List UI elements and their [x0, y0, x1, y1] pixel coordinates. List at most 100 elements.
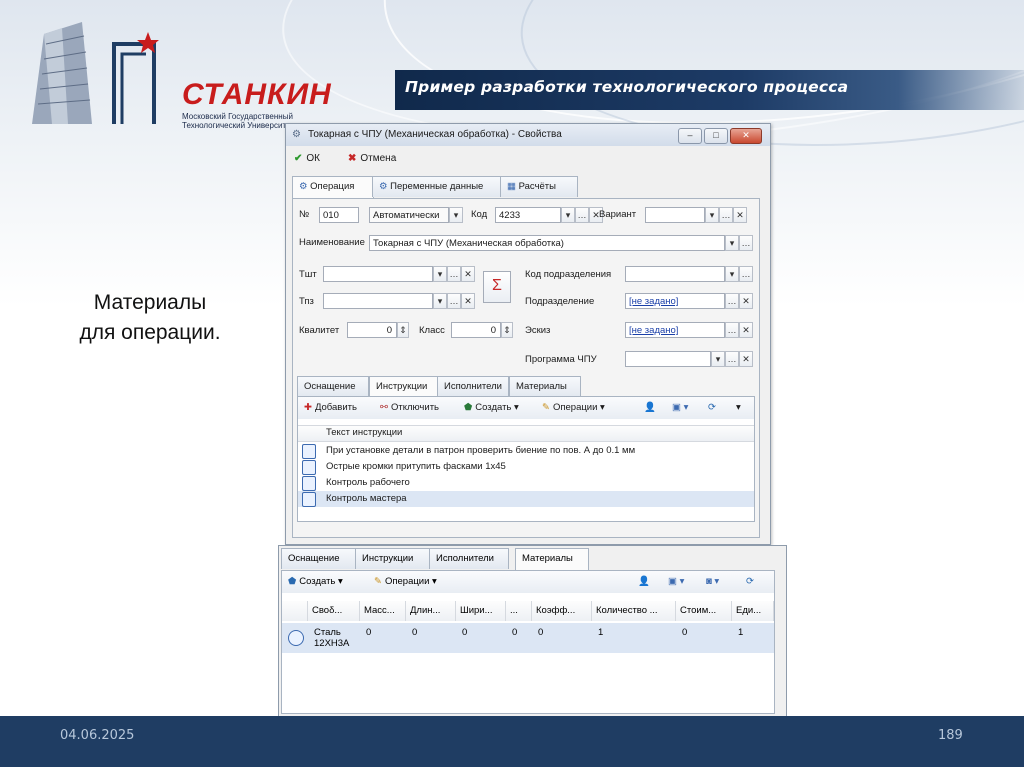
tab-variable-data[interactable]: ⚙ Переменные данные — [372, 176, 502, 197]
dept-browse-button[interactable]: … — [725, 293, 739, 309]
variant-clear-button[interactable]: ✕ — [733, 207, 747, 223]
tab-instructions[interactable]: Инструкции — [369, 376, 443, 397]
code-dropdown-button[interactable]: ▾ — [561, 207, 575, 223]
column-header[interactable]: Стоим... — [676, 601, 732, 621]
column-header[interactable]: Своδ... — [308, 601, 360, 621]
operations-button[interactable]: ✎ Операции ▾ — [374, 576, 437, 587]
table-row[interactable]: Контроль рабочего — [298, 475, 754, 491]
sketch-link[interactable]: [не задано] — [629, 325, 678, 336]
cnc-dropdown-button[interactable]: ▾ — [711, 351, 725, 367]
refresh-icon[interactable]: ⟳ — [746, 576, 754, 587]
refresh-icon[interactable]: ⟳ — [708, 402, 716, 413]
dept-link[interactable]: [не задано] — [629, 296, 678, 307]
table-row[interactable]: Острые кромки притупить фасками 1х45 — [298, 459, 754, 475]
tsht-browse-button[interactable]: … — [447, 266, 461, 282]
cross-icon: ✖ — [348, 153, 357, 164]
tpz-clear-button[interactable]: ✕ — [461, 293, 475, 309]
qual-field[interactable]: 0 — [347, 322, 397, 338]
view-icon[interactable]: ◙ ▾ — [706, 576, 719, 587]
table-row[interactable]: Сталь 12ХН3А 0 0 0 0 0 1 0 1 — [282, 623, 774, 653]
variant-browse-button[interactable]: … — [719, 207, 733, 223]
edit-icon[interactable]: ▣ ▾ — [672, 402, 688, 413]
code-browse-button[interactable]: … — [575, 207, 589, 223]
tab-performers[interactable]: Исполнители — [437, 376, 509, 397]
tab-materials[interactable]: Материалы — [515, 548, 589, 571]
tpz-browse-button[interactable]: … — [447, 293, 461, 309]
qual-spinner[interactable]: ⇕ — [397, 322, 409, 338]
logo-name: СТАНКИН — [182, 78, 332, 111]
tpz-field[interactable] — [323, 293, 433, 309]
dept-code-browse-button[interactable]: … — [739, 266, 753, 282]
cnc-field[interactable] — [625, 351, 711, 367]
maximize-button[interactable]: □ — [704, 128, 728, 144]
tsht-clear-button[interactable]: ✕ — [461, 266, 475, 282]
ok-label: ОК — [306, 153, 320, 164]
disable-button[interactable]: ⚯ Отключить — [380, 402, 439, 413]
instruction-icon — [302, 444, 316, 459]
tab-operation[interactable]: ⚙ Операция — [292, 176, 374, 199]
sigma-button[interactable]: Σ — [483, 271, 511, 303]
footer-band — [0, 716, 1024, 767]
dept-code-field[interactable] — [625, 266, 725, 282]
variant-dropdown-button[interactable]: ▾ — [705, 207, 719, 223]
add-button[interactable]: ✚ Добавить — [304, 402, 357, 413]
table-row-selected[interactable]: Контроль мастера — [298, 491, 754, 507]
code-field[interactable]: 4233 — [495, 207, 561, 223]
cancel-button[interactable]: ✖ Отмена — [348, 153, 396, 164]
width-cell: 0 — [462, 627, 468, 638]
tsht-field[interactable] — [323, 266, 433, 282]
column-header[interactable]: Еди... — [732, 601, 774, 621]
sketch-clear-button[interactable]: ✕ — [739, 322, 753, 338]
column-header[interactable]: Количество ... — [592, 601, 676, 621]
dept-field[interactable]: [не задано] — [625, 293, 725, 309]
column-header[interactable]: Масс... — [360, 601, 406, 621]
operations-button[interactable]: ✎ Операции ▾ — [542, 402, 605, 413]
create-icon: ⬟ — [464, 402, 473, 413]
cnc-clear-button[interactable]: ✕ — [739, 351, 753, 367]
column-header[interactable]: Длин... — [406, 601, 456, 621]
tab-calculations[interactable]: ▦ Расчёты — [500, 176, 578, 197]
building-logo-icon — [32, 22, 159, 124]
tab-materials[interactable]: Материалы — [509, 376, 581, 397]
class-field[interactable]: 0 — [451, 322, 501, 338]
create-button[interactable]: ⬟ Создать ▾ — [288, 576, 343, 587]
tab-instructions[interactable]: Инструкции — [355, 548, 431, 569]
user-icon[interactable]: 👤 — [638, 576, 650, 587]
edit-icon[interactable]: ▣ ▾ — [668, 576, 684, 587]
tsht-dropdown-button[interactable]: ▾ — [433, 266, 447, 282]
close-button[interactable]: ✕ — [730, 128, 762, 144]
mode-dropdown-button[interactable]: ▾ — [449, 207, 463, 223]
name-field[interactable]: Токарная с ЧПУ (Механическая обработка) — [369, 235, 725, 251]
extra-cell: 0 — [512, 627, 518, 638]
column-header[interactable]: ... — [506, 601, 532, 621]
name-browse-button[interactable]: … — [739, 235, 753, 251]
user-icon[interactable]: 👤 — [644, 402, 656, 413]
table-row[interactable]: При установке детали в патрон проверить … — [298, 443, 754, 459]
minimize-button[interactable]: – — [678, 128, 702, 144]
num-field[interactable]: 010 — [319, 207, 359, 223]
sketch-field[interactable]: [не задано] — [625, 322, 725, 338]
tpz-label: Тпз — [299, 296, 314, 307]
variant-field[interactable] — [645, 207, 705, 223]
code-label: Код — [471, 209, 488, 220]
tpz-dropdown-button[interactable]: ▾ — [433, 293, 447, 309]
sketch-browse-button[interactable]: … — [725, 322, 739, 338]
toolbar-overflow-icon[interactable]: ▾ — [736, 402, 741, 413]
window-titlebar[interactable]: ⚙ Токарная с ЧПУ (Механическая обработка… — [286, 124, 770, 146]
column-header[interactable]: Шири... — [456, 601, 506, 621]
tab-performers[interactable]: Исполнители — [429, 548, 509, 569]
operations-icon: ✎ — [374, 576, 382, 587]
create-button[interactable]: ⬟ Создать ▾ — [464, 402, 519, 413]
tab-equipment[interactable]: Оснащение — [281, 548, 357, 569]
column-header[interactable]: Коэфф... — [532, 601, 592, 621]
cnc-browse-button[interactable]: … — [725, 351, 739, 367]
dept-clear-button[interactable]: ✕ — [739, 293, 753, 309]
name-dropdown-button[interactable]: ▾ — [725, 235, 739, 251]
tab-equipment[interactable]: Оснащение — [297, 376, 369, 397]
operation-panel: № 010 Автоматически ▾ Код 4233 ▾ … ✕ Вар… — [292, 198, 760, 538]
page-number: 189 — [938, 728, 963, 743]
class-spinner[interactable]: ⇕ — [501, 322, 513, 338]
mode-select[interactable]: Автоматически — [369, 207, 449, 223]
dept-code-dropdown-button[interactable]: ▾ — [725, 266, 739, 282]
ok-button[interactable]: ✔ ОК — [294, 153, 320, 164]
